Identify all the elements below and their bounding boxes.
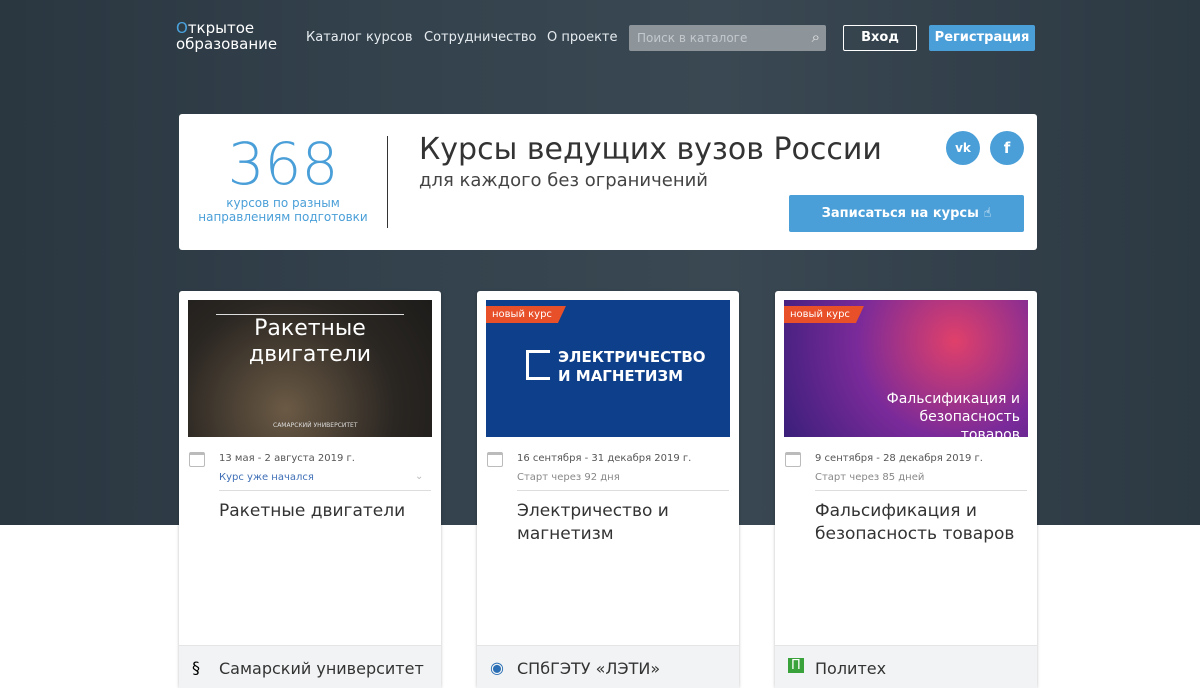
logo-text: образование (176, 35, 278, 53)
divider (517, 490, 729, 491)
university-logo-icon: П (788, 658, 804, 673)
login-button[interactable]: Вход (843, 25, 917, 51)
divider (387, 136, 388, 228)
enroll-button[interactable]: Записаться на курсы ☝ (789, 195, 1024, 232)
nav-cooperation[interactable]: Сотрудничество (424, 30, 537, 45)
course-image[interactable]: новый курс Фальсификация и безопасность то… (784, 300, 1028, 437)
search-placeholder: Поиск в каталоге (637, 31, 748, 45)
course-dates: 9 сентября - 28 декабря 2019 г. (815, 453, 983, 464)
facebook-icon[interactable]: f (990, 131, 1024, 165)
course-title[interactable]: Ракетные двигатели (219, 500, 429, 523)
search-input[interactable]: Поиск в каталоге ⌕ (629, 25, 826, 51)
course-title[interactable]: Электричество и магнетизм (517, 500, 727, 546)
calendar-icon (785, 452, 801, 467)
logo[interactable]: Открытое образование (176, 20, 277, 52)
university-name: Самарский университет (219, 659, 424, 678)
register-button[interactable]: Регистрация (929, 25, 1035, 51)
course-status: Старт через 92 дня (517, 472, 620, 483)
course-image[interactable]: Ракетные двигатели САМАРСКИЙ УНИВЕРСИТЕТ (188, 300, 432, 437)
divider (815, 490, 1027, 491)
new-course-badge: новый курс (486, 306, 566, 323)
university-name: СПбГЭТУ «ЛЭТИ» (517, 659, 661, 678)
banner-title: Курсы ведущих вузов России (419, 132, 882, 167)
course-title[interactable]: Фальсификация и безопасность товаров (815, 500, 1025, 546)
promo-banner: 368 курсов по разным направлениям подгото… (179, 114, 1037, 250)
course-dates: 16 сентября - 31 декабря 2019 г. (517, 453, 692, 464)
chevron-down-icon[interactable]: ⌄ (415, 471, 423, 482)
nav-about[interactable]: О проекте (547, 30, 618, 45)
course-image[interactable]: новый курс ЭЛЕКТРИЧЕСТВО И МАГНЕТИЗМ (486, 300, 730, 437)
calendar-icon (487, 452, 503, 467)
hand-pointer-icon: ☝ (983, 206, 992, 221)
course-card[interactable]: новый курс Фальсификация и безопасность то… (775, 291, 1037, 688)
course-card[interactable]: новый курс ЭЛЕКТРИЧЕСТВО И МАГНЕТИЗМ 16 с… (477, 291, 739, 688)
university-footer[interactable]: П Политех (775, 645, 1037, 688)
nav-catalog[interactable]: Каталог курсов (306, 30, 413, 45)
course-status: Старт через 85 дней (815, 472, 925, 483)
university-logo-icon: § (192, 658, 200, 677)
vk-icon[interactable]: vk (946, 131, 980, 165)
new-course-badge: новый курс (784, 306, 864, 323)
course-status: Курс уже начался (219, 472, 314, 483)
course-count: 368 (227, 130, 339, 198)
banner-subtitle: для каждого без ограничений (419, 170, 709, 191)
divider (219, 490, 431, 491)
university-name: Политех (815, 659, 887, 678)
course-count-label: курсов по разным направлениям подготовки (198, 196, 368, 224)
university-footer[interactable]: ◉ СПбГЭТУ «ЛЭТИ» (477, 645, 739, 688)
course-card[interactable]: Ракетные двигатели САМАРСКИЙ УНИВЕРСИТЕТ … (179, 291, 441, 688)
university-footer[interactable]: § Самарский университет (179, 645, 441, 688)
course-dates: 13 мая - 2 августа 2019 г. (219, 453, 355, 464)
search-icon[interactable]: ⌕ (812, 28, 820, 46)
university-logo-icon: ◉ (490, 658, 504, 677)
calendar-icon (189, 452, 205, 467)
